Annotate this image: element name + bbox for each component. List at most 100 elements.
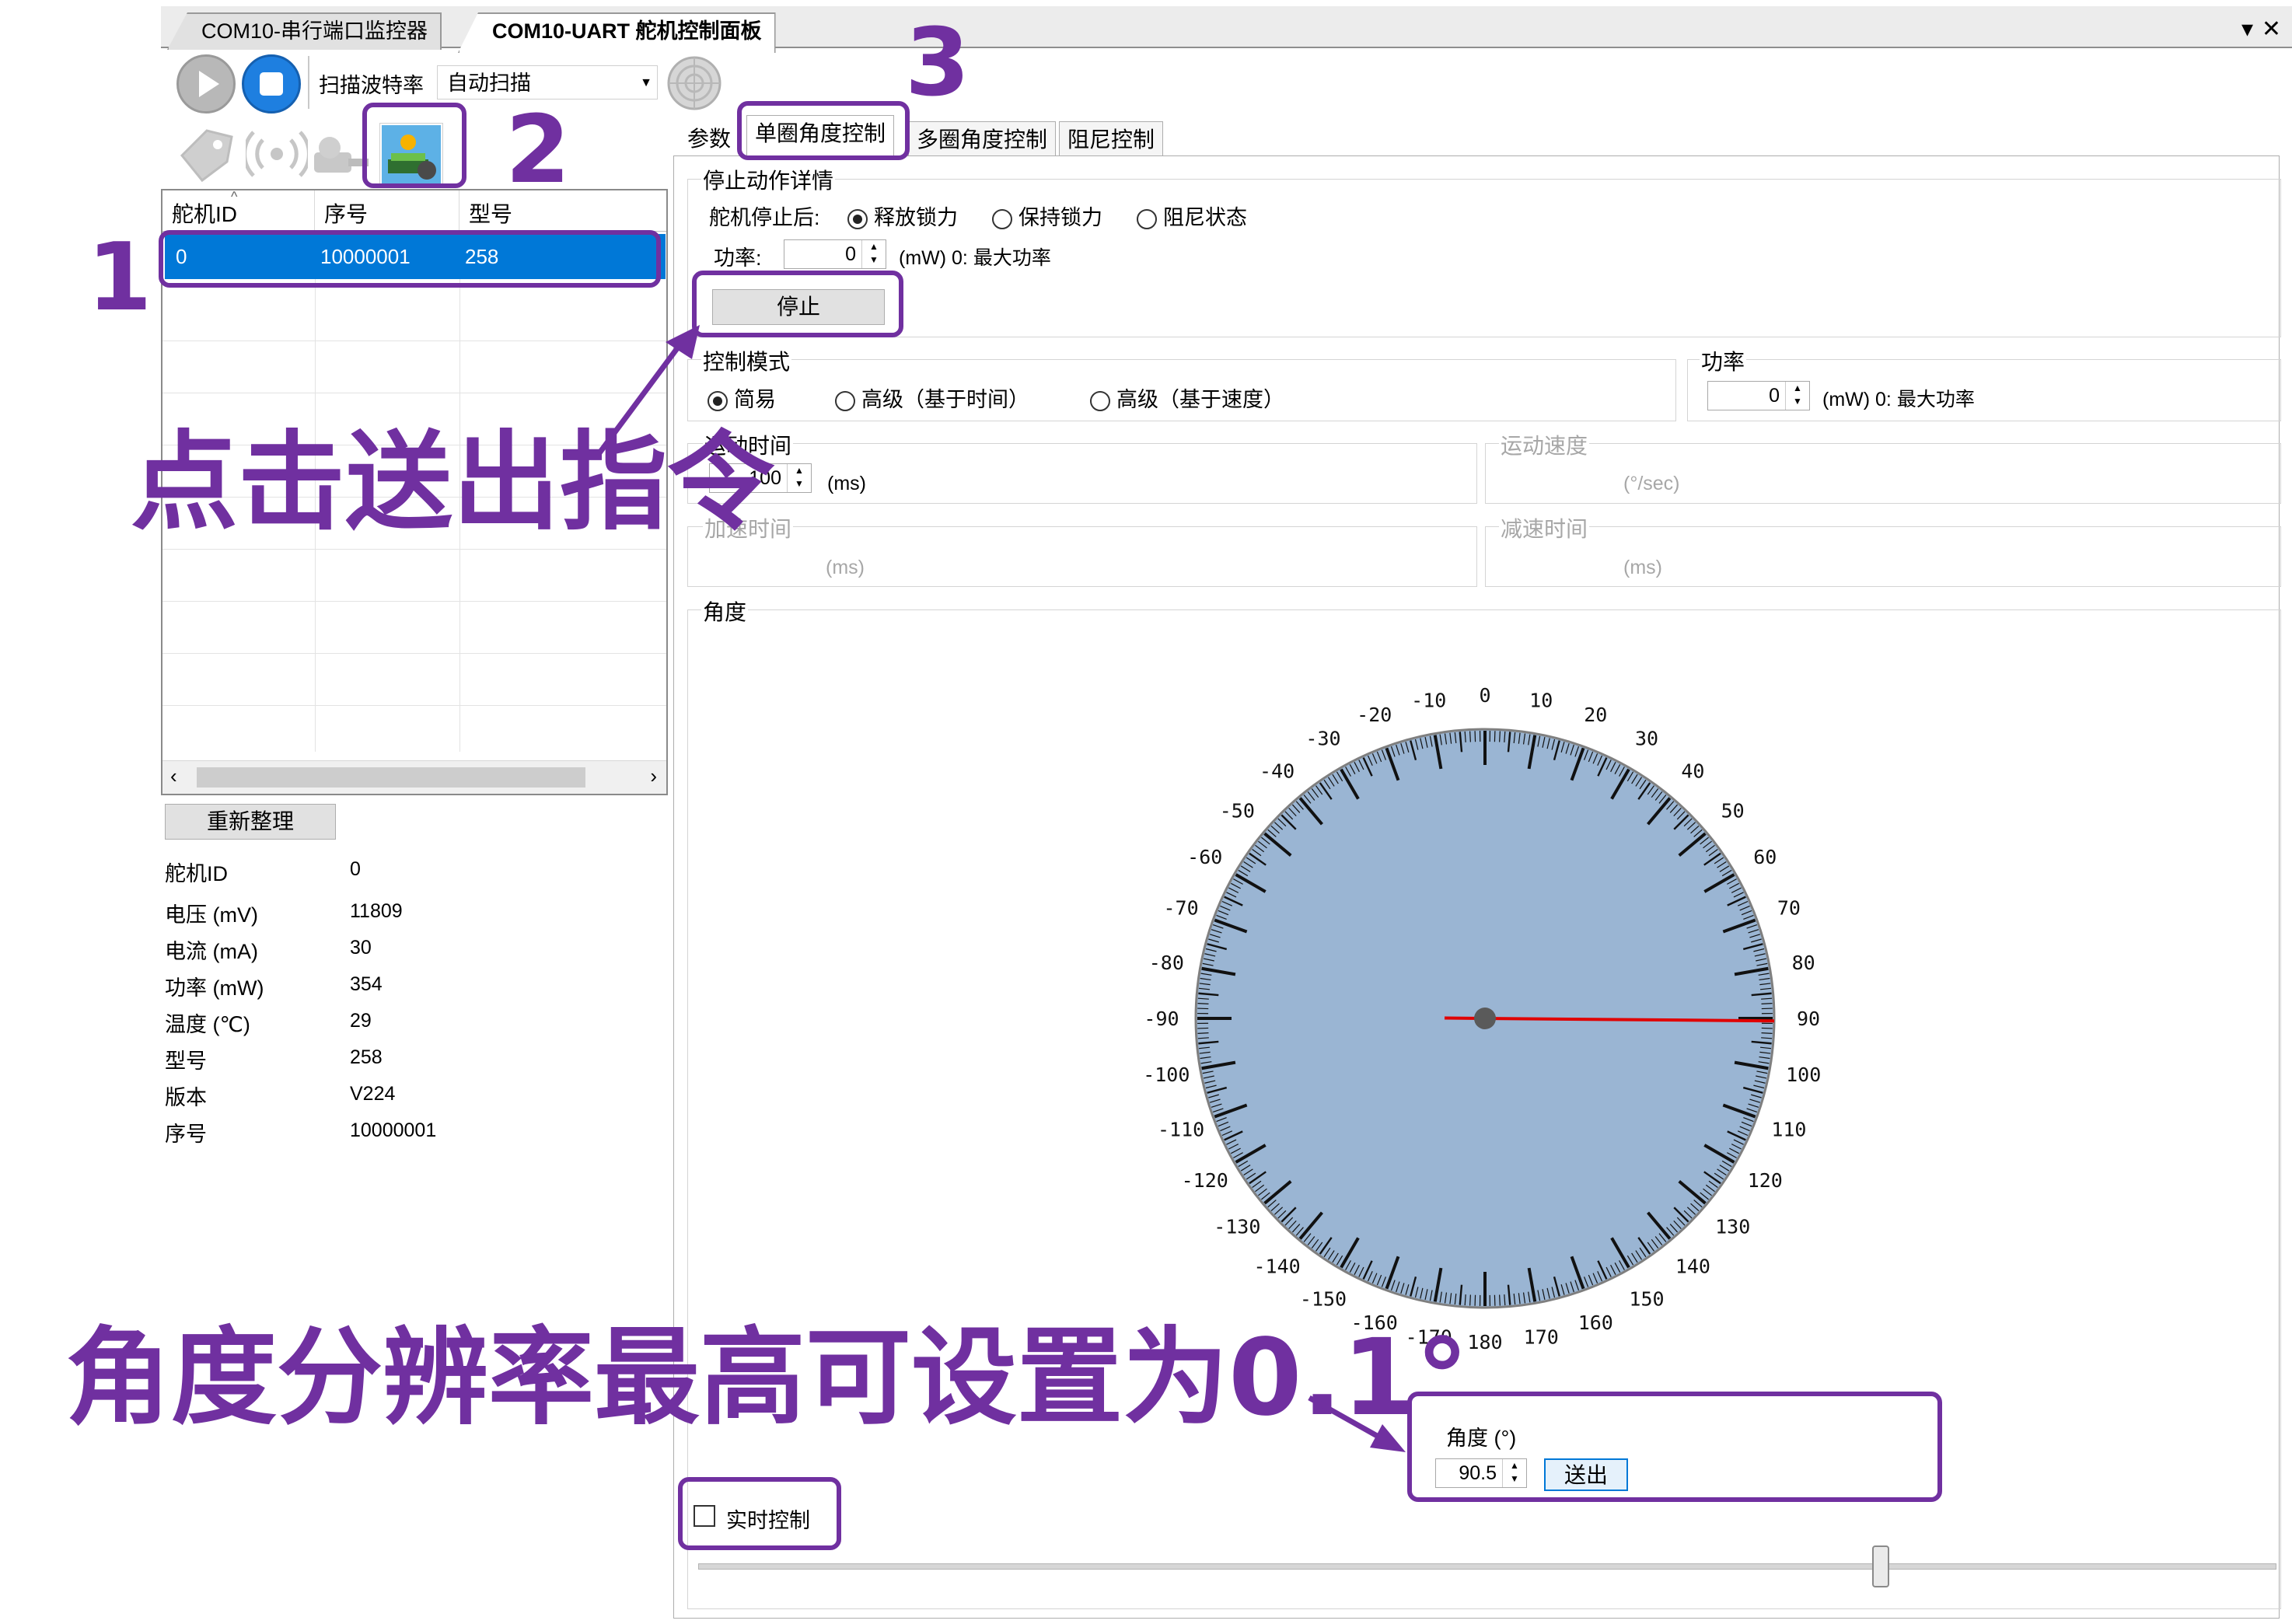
- tab-multi-turn-angle[interactable]: 多圈角度控制: [908, 121, 1057, 158]
- toolbar-separator: [308, 56, 309, 109]
- control-mode-title: 控制模式: [701, 345, 792, 376]
- dial-label: 50: [1721, 800, 1745, 822]
- dial-label: 110: [1771, 1118, 1806, 1140]
- stop-power-value: 0: [845, 243, 856, 265]
- stop-power-stepper[interactable]: 0 ▲ ▼: [784, 239, 886, 269]
- decel-time-unit: (ms): [1623, 557, 1662, 578]
- radio-hold-torque[interactable]: 保持锁力: [992, 201, 1102, 231]
- tab-serial-monitor-label: COM10-串行端口监控器: [201, 19, 428, 43]
- stop-after-label: 舵机停止后:: [709, 206, 820, 229]
- dial-label: 20: [1584, 704, 1607, 726]
- dial-label: 40: [1681, 760, 1704, 782]
- baud-rate-value: 自动扫描: [447, 72, 531, 95]
- dial-label: 100: [1786, 1063, 1821, 1086]
- document-tab-strip: COM10-串行端口监控器 COM10-UART 舵机控制面板 ▾ ✕: [161, 6, 2292, 53]
- info-value: 11809: [350, 900, 403, 922]
- dial-label: 150: [1629, 1287, 1664, 1310]
- angle-dial[interactable]: 0 10 20 30 40 50 60 70 80 90 100 110 120 130140 150 160…: [1096, 653, 1874, 1368]
- dial-label: -110: [1158, 1118, 1204, 1140]
- tab-servo-control-panel[interactable]: COM10-UART 舵机控制面板: [458, 12, 776, 53]
- baud-rate-select[interactable]: 自动扫描 ▼: [437, 65, 658, 100]
- grid-row-divider: [162, 653, 666, 654]
- reorganize-button[interactable]: 重新整理: [165, 804, 336, 840]
- radio-label: 保持锁力: [1018, 206, 1102, 229]
- info-value: V224: [350, 1083, 396, 1105]
- annotation-number-1: 1: [87, 224, 152, 332]
- annotation-box-stop: [692, 271, 903, 337]
- servo-horn-icon[interactable]: [309, 126, 370, 183]
- info-value: 30: [350, 937, 372, 959]
- info-label: 型号: [165, 1049, 207, 1073]
- horizontal-scrollbar[interactable]: ‹ ›: [162, 760, 666, 794]
- spin-arrows-icon[interactable]: ▲ ▼: [1785, 382, 1809, 410]
- scrollbar-thumb[interactable]: [197, 767, 585, 788]
- angle-slider-thumb[interactable]: [1872, 1545, 1889, 1587]
- move-time-unit: (ms): [827, 473, 866, 494]
- spin-arrows-icon[interactable]: ▲ ▼: [861, 240, 886, 268]
- chevron-down-icon: ▼: [640, 76, 652, 89]
- wireless-icon[interactable]: [246, 124, 308, 183]
- dial-label: -70: [1164, 897, 1199, 920]
- accel-time-group: [687, 526, 1477, 587]
- scroll-left-icon[interactable]: ‹: [170, 764, 177, 788]
- info-label: 电流 (mA): [165, 940, 258, 963]
- stop-power-label: 功率:: [714, 246, 762, 270]
- dial-label: -120: [1182, 1169, 1228, 1192]
- info-label: 舵机ID: [165, 862, 228, 885]
- annotation-resolution: 角度分辨率最高可设置为0.1°: [65, 1317, 1469, 1440]
- dial-label: -100: [1143, 1063, 1190, 1086]
- stop-scan-button[interactable]: [242, 54, 301, 114]
- radio-dot: [1137, 208, 1157, 229]
- angle-slider-track[interactable]: [698, 1563, 2276, 1570]
- power-stepper[interactable]: 0 ▲ ▼: [1707, 381, 1810, 410]
- radar-scan-icon[interactable]: [666, 54, 723, 112]
- column-header-servo-id[interactable]: 舵机ID: [162, 190, 315, 231]
- dial-label: 170: [1524, 1326, 1559, 1349]
- info-label: 版本: [165, 1086, 207, 1109]
- info-label: 电压 (mV): [165, 903, 258, 927]
- tab-damping-control[interactable]: 阻尼控制: [1059, 121, 1164, 158]
- info-value: 354: [350, 973, 383, 995]
- spin-arrows-icon[interactable]: ▲ ▼: [787, 464, 811, 492]
- info-value: 29: [350, 1010, 372, 1032]
- play-button[interactable]: [176, 54, 236, 114]
- radio-label: 释放锁力: [874, 206, 958, 229]
- dial-label: -40: [1260, 760, 1294, 782]
- dial-label: 130: [1715, 1215, 1750, 1238]
- dial-label: -50: [1220, 800, 1255, 822]
- servo-tag-icon[interactable]: [173, 124, 238, 183]
- dial-hub: [1474, 1008, 1496, 1029]
- tab-list-dropdown-icon[interactable]: ▾: [2241, 16, 2253, 43]
- scroll-right-icon[interactable]: ›: [650, 764, 657, 788]
- dial-label: 160: [1578, 1311, 1613, 1334]
- dial-tick: [1761, 1032, 1773, 1034]
- move-speed-group: [1485, 443, 2281, 504]
- dial-label: -90: [1144, 1008, 1179, 1030]
- annotation-box-2: [362, 103, 466, 188]
- stop-action-title: 停止动作详情: [701, 164, 836, 195]
- power-hint: (mW) 0: 最大功率: [1822, 389, 1975, 410]
- dial-label: 90: [1797, 1008, 1820, 1030]
- radio-damping-state[interactable]: 阻尼状态: [1137, 201, 1247, 231]
- info-value: 0: [350, 858, 361, 880]
- column-header-serial[interactable]: 序号: [315, 190, 459, 231]
- radio-mode-time[interactable]: 高级（基于时间）: [835, 382, 1029, 413]
- dial-tick: [1469, 1294, 1471, 1306]
- annotation-box-3: [737, 101, 910, 160]
- dial-label: -80: [1149, 952, 1184, 974]
- info-label: 序号: [165, 1123, 207, 1146]
- radio-release-torque[interactable]: 释放锁力: [847, 201, 958, 231]
- power-value: 0: [1769, 385, 1780, 407]
- tab-parameters[interactable]: 参数: [680, 121, 739, 157]
- close-icon[interactable]: ✕: [2262, 16, 2281, 43]
- radio-mode-speed[interactable]: 高级（基于速度）: [1090, 382, 1284, 413]
- radio-dot: [847, 208, 868, 229]
- power-title: 功率: [1700, 345, 1747, 376]
- dial-label: 180: [1467, 1331, 1502, 1353]
- annotation-click-send: 点击送出指令: [131, 420, 775, 545]
- info-value: 258: [350, 1046, 383, 1068]
- annotation-box-angle: [1407, 1392, 1942, 1502]
- stop-power-hint: (mW) 0: 最大功率: [899, 247, 1051, 269]
- tab-serial-monitor[interactable]: COM10-串行端口监控器: [167, 12, 442, 50]
- annotation-number-2: 2: [505, 96, 571, 204]
